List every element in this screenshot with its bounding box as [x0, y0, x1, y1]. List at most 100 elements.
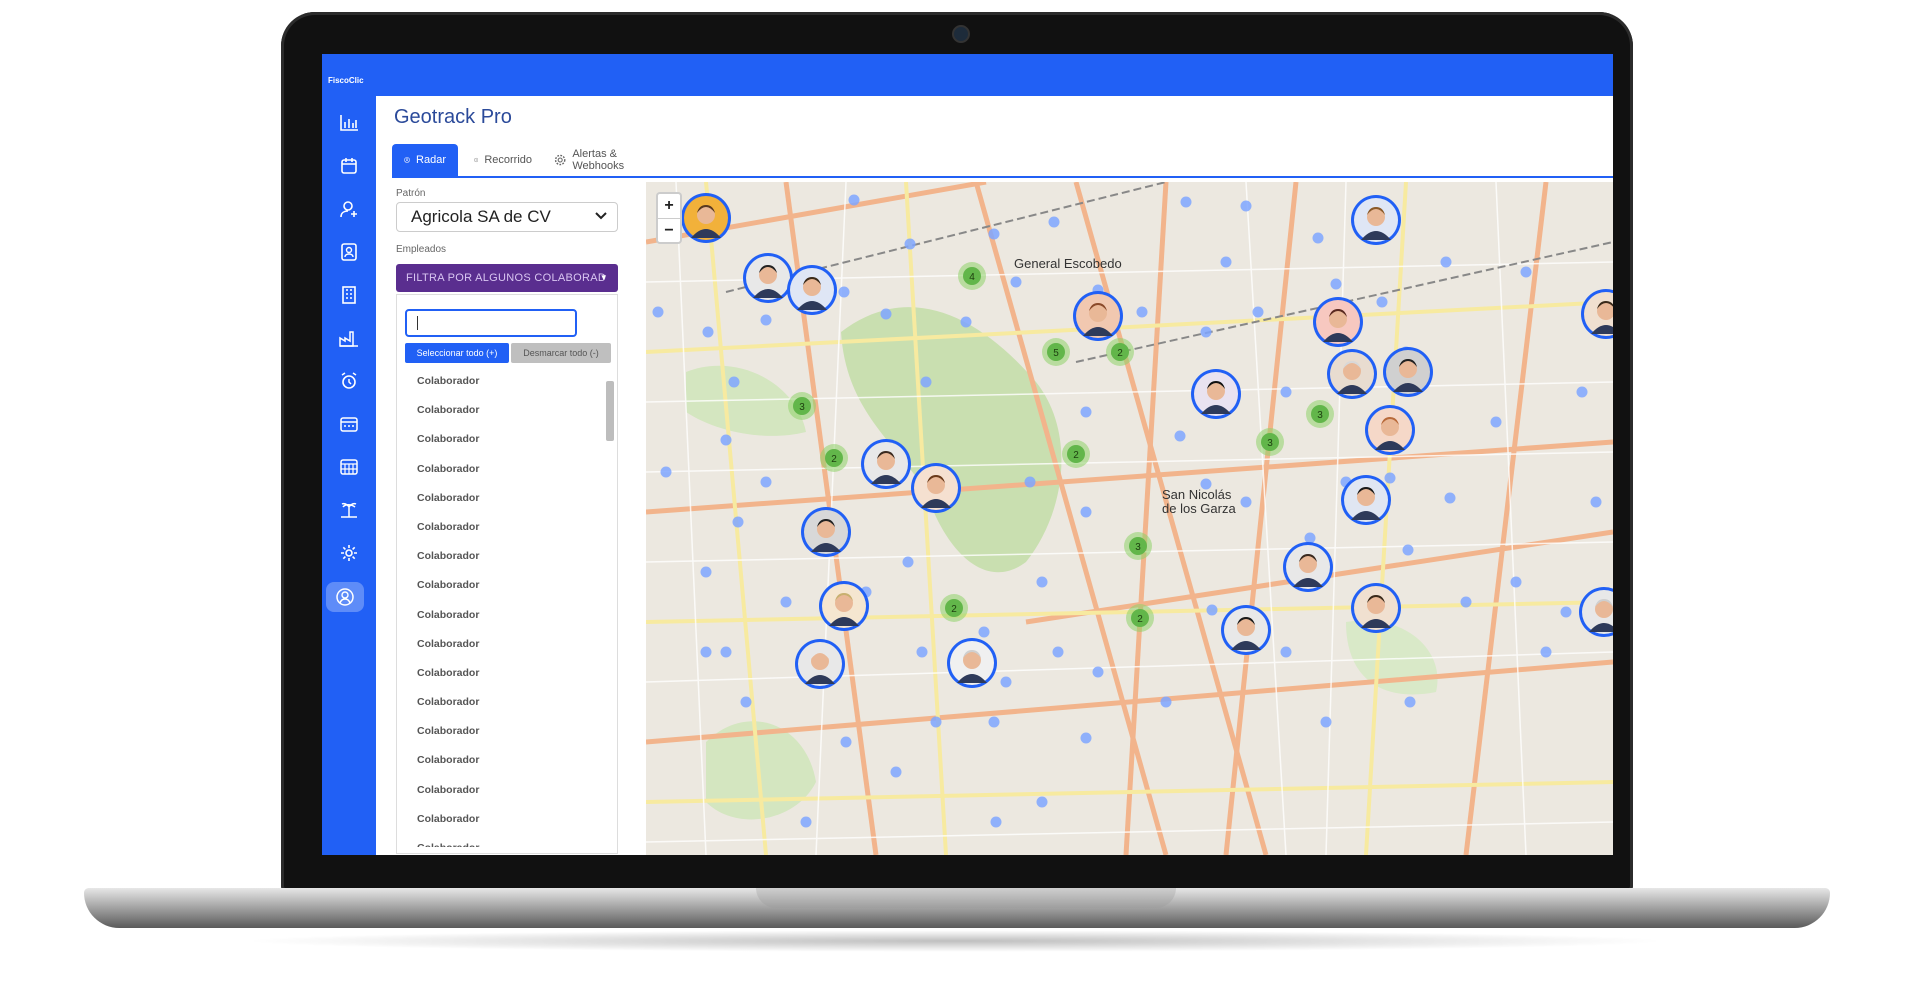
employee-avatar[interactable]: [1365, 405, 1415, 455]
location-dot[interactable]: [1560, 606, 1572, 618]
list-item[interactable]: Colaborador: [397, 805, 605, 834]
calendar-grid-icon[interactable]: [334, 452, 364, 482]
employee-avatar[interactable]: [1341, 475, 1391, 525]
location-dot[interactable]: [1576, 386, 1588, 398]
map-canvas[interactable]: 4 5 2 3 2 2 3 3 3 2 2: [646, 182, 1613, 855]
location-dot[interactable]: [1036, 576, 1048, 588]
location-dot[interactable]: [1304, 532, 1316, 544]
list-item[interactable]: Colaborador: [397, 484, 605, 513]
location-dot[interactable]: [652, 306, 664, 318]
location-dot[interactable]: [1136, 306, 1148, 318]
location-dot[interactable]: [720, 646, 732, 658]
list-item[interactable]: Colaborador: [397, 630, 605, 659]
list-item[interactable]: Colaborador: [397, 571, 605, 600]
list-item[interactable]: Colaborador: [397, 746, 605, 775]
list-item[interactable]: Colaborador: [397, 601, 605, 630]
zoom-out-button[interactable]: −: [658, 219, 680, 243]
location-dot[interactable]: [1036, 796, 1048, 808]
location-dot[interactable]: [880, 308, 892, 320]
list-item[interactable]: Colaborador: [397, 367, 605, 396]
location-dot[interactable]: [1540, 646, 1552, 658]
cluster-marker[interactable]: 2: [1106, 338, 1134, 366]
employee-avatar[interactable]: [743, 253, 793, 303]
location-dot[interactable]: [760, 314, 772, 326]
location-dot[interactable]: [904, 238, 916, 250]
employee-avatar[interactable]: [947, 638, 997, 688]
location-dot[interactable]: [978, 626, 990, 638]
location-dot[interactable]: [1080, 506, 1092, 518]
employee-avatar[interactable]: [795, 639, 845, 689]
location-dot[interactable]: [1376, 296, 1388, 308]
cluster-marker[interactable]: 3: [788, 392, 816, 420]
location-dot[interactable]: [988, 228, 1000, 240]
location-dot[interactable]: [1240, 200, 1252, 212]
employee-avatar[interactable]: [801, 507, 851, 557]
location-dot[interactable]: [1330, 278, 1342, 290]
location-dot[interactable]: [1080, 406, 1092, 418]
chart-icon[interactable]: [334, 108, 364, 138]
deselect-all-button[interactable]: Desmarcar todo (-): [511, 343, 611, 363]
location-dot[interactable]: [920, 376, 932, 388]
employee-avatar[interactable]: [1073, 291, 1123, 341]
cluster-marker[interactable]: 3: [1256, 428, 1284, 456]
user-add-icon[interactable]: [334, 194, 364, 224]
location-dot[interactable]: [1174, 430, 1186, 442]
employee-avatar[interactable]: [1327, 349, 1377, 399]
location-dot[interactable]: [720, 434, 732, 446]
location-dot[interactable]: [1052, 646, 1064, 658]
cluster-marker[interactable]: 3: [1306, 400, 1334, 428]
cluster-marker[interactable]: 2: [820, 444, 848, 472]
location-dot[interactable]: [1280, 646, 1292, 658]
cluster-marker[interactable]: 2: [1062, 440, 1090, 468]
zoom-in-button[interactable]: +: [658, 194, 680, 219]
cluster-marker[interactable]: 2: [940, 594, 968, 622]
location-dot[interactable]: [988, 716, 1000, 728]
employee-filter-button[interactable]: FILTRA POR ALGUNOS COLABORAD ▼: [396, 264, 618, 292]
location-dot[interactable]: [1320, 716, 1332, 728]
location-dot[interactable]: [1200, 326, 1212, 338]
location-dot[interactable]: [1080, 732, 1092, 744]
tab-alertas[interactable]: Alertas & Webhooks: [542, 144, 672, 176]
list-item[interactable]: Colaborador: [397, 834, 605, 847]
building-icon[interactable]: [334, 280, 364, 310]
cluster-marker[interactable]: 5: [1042, 338, 1070, 366]
location-dot[interactable]: [1010, 276, 1022, 288]
location-dot[interactable]: [1160, 696, 1172, 708]
list-item[interactable]: Colaborador: [397, 688, 605, 717]
employee-avatar[interactable]: [819, 581, 869, 631]
location-dot[interactable]: [1312, 232, 1324, 244]
employee-avatar[interactable]: [861, 439, 911, 489]
location-dot[interactable]: [700, 646, 712, 658]
employee-avatar[interactable]: [681, 193, 731, 243]
location-dot[interactable]: [700, 566, 712, 578]
map[interactable]: 4 5 2 3 2 2 3 3 3 2 2 General Escobedo San Nicolás…: [646, 182, 1613, 855]
employee-avatar[interactable]: [1221, 605, 1271, 655]
employee-avatar[interactable]: [1383, 347, 1433, 397]
location-dot[interactable]: [1048, 216, 1060, 228]
list-scrollbar[interactable]: [605, 369, 615, 845]
list-item[interactable]: Colaborador: [397, 513, 605, 542]
location-dot[interactable]: [660, 466, 672, 478]
list-item[interactable]: Colaborador: [397, 542, 605, 571]
location-dot[interactable]: [1404, 696, 1416, 708]
location-dot[interactable]: [840, 736, 852, 748]
location-dot[interactable]: [848, 194, 860, 206]
employee-avatar[interactable]: [787, 265, 837, 315]
list-item[interactable]: Colaborador: [397, 425, 605, 454]
employee-avatar[interactable]: [1191, 369, 1241, 419]
location-dot[interactable]: [740, 696, 752, 708]
location-dot[interactable]: [1092, 666, 1104, 678]
location-dot[interactable]: [1402, 544, 1414, 556]
tab-recorrido[interactable]: Recorrido: [462, 144, 544, 176]
alarm-icon[interactable]: [334, 366, 364, 396]
location-dot[interactable]: [916, 646, 928, 658]
calendar-week-icon[interactable]: [334, 409, 364, 439]
location-dot[interactable]: [902, 556, 914, 568]
calendar-icon[interactable]: [334, 151, 364, 181]
location-dot[interactable]: [1000, 676, 1012, 688]
contacts-icon[interactable]: [334, 237, 364, 267]
location-dot[interactable]: [1460, 596, 1472, 608]
location-dot[interactable]: [732, 516, 744, 528]
cluster-marker[interactable]: 2: [1126, 604, 1154, 632]
scrollbar-thumb[interactable]: [606, 381, 614, 441]
